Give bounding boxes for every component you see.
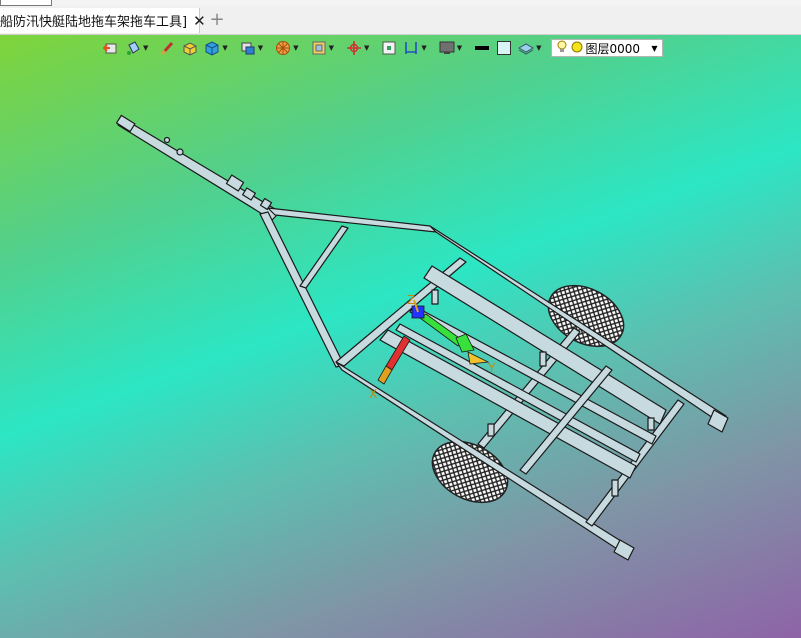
document-tab[interactable]: 船防汛快艇陆地拖车架拖车工具] ✕ [0,8,206,33]
crossmember-3 [585,399,685,527]
tongue-bar [117,118,281,221]
view-toolbar: ▼ ▼ ▼ ▼ ▼ ▼ ▼ ▼ ▼ 图层0000 ▼ [100,37,663,59]
move-button[interactable] [100,38,122,58]
chevron-down-icon: ▼ [536,44,542,52]
trailer-model: Z Y X [115,114,729,561]
lightbulb-icon [556,40,568,57]
paint-bucket-icon [125,40,141,56]
layer-select[interactable]: 图层0000 ▼ [550,39,663,57]
document-tab-bar: 船防汛快艇陆地拖车架拖车工具] ✕ + [0,6,801,35]
line-weight-button[interactable] [471,38,493,58]
grid-point-icon [381,40,397,56]
a-frame-brace [299,225,349,289]
post-5 [647,417,655,431]
wheel-icon [275,40,291,56]
layer-value: 图层0000 [585,41,641,56]
chevron-down-icon: ▼ [257,44,264,52]
hitch-coupler [115,114,136,133]
layers-button[interactable]: ▼ [515,38,544,58]
monitor-button[interactable]: ▼ [436,38,465,58]
chevron-down-icon: ▼ [651,43,658,53]
close-icon[interactable]: ✕ [193,12,206,30]
grid-point-button[interactable] [378,38,400,58]
line-weight-icon [474,40,490,56]
box-solid-icon [182,40,198,56]
chevron-down-icon: ▼ [143,44,149,52]
axis-icon [346,40,362,56]
post-1 [431,289,439,305]
axis-button[interactable]: ▼ [343,38,372,58]
color-box-icon [496,40,512,56]
post-2 [539,351,547,367]
color-box-button[interactable] [493,38,515,58]
post-4 [487,423,495,437]
chevron-down-icon: ▼ [421,44,427,52]
frame-button[interactable]: ▼ [308,38,337,58]
box-solid-button[interactable] [179,38,201,58]
chevron-down-icon: ▼ [328,44,334,52]
brush-icon [160,40,176,56]
cube-button[interactable]: ▼ [201,38,230,58]
wheel-button[interactable]: ▼ [272,38,301,58]
layer-color-dot [571,41,583,56]
new-tab-button[interactable]: + [208,10,226,30]
axis-label-y: Y [487,361,496,375]
view-cube-button[interactable]: ▼ [237,38,266,58]
paint-bucket-button[interactable]: ▼ [122,38,151,58]
cube-icon [204,40,220,56]
monitor-icon [439,40,455,56]
chevron-down-icon: ▼ [456,44,463,52]
dimension-button[interactable]: ▼ [400,38,429,58]
chevron-down-icon: ▼ [222,44,228,52]
document-tab-title: 船防汛快艇陆地拖车架拖车工具] [0,15,188,30]
layers-icon [518,40,535,56]
post-3 [611,479,619,497]
a-frame-bottom-arm [259,211,345,368]
a-frame-top-arm [267,207,437,233]
chevron-down-icon: ▼ [363,44,370,52]
view-cube-icon [240,40,256,56]
frame-icon [311,40,327,56]
dimension-icon [403,40,419,56]
brush-button[interactable] [157,38,179,58]
chevron-down-icon: ▼ [293,44,299,52]
3d-viewport[interactable]: Z Y X ▼ ▼ ▼ ▼ ▼ ▼ ▼ ▼ ▼ 图层0000 ▼ [0,35,801,638]
move-icon [102,40,119,56]
axis-label-z: Z [407,293,415,307]
axis-label-x: X [369,387,377,401]
